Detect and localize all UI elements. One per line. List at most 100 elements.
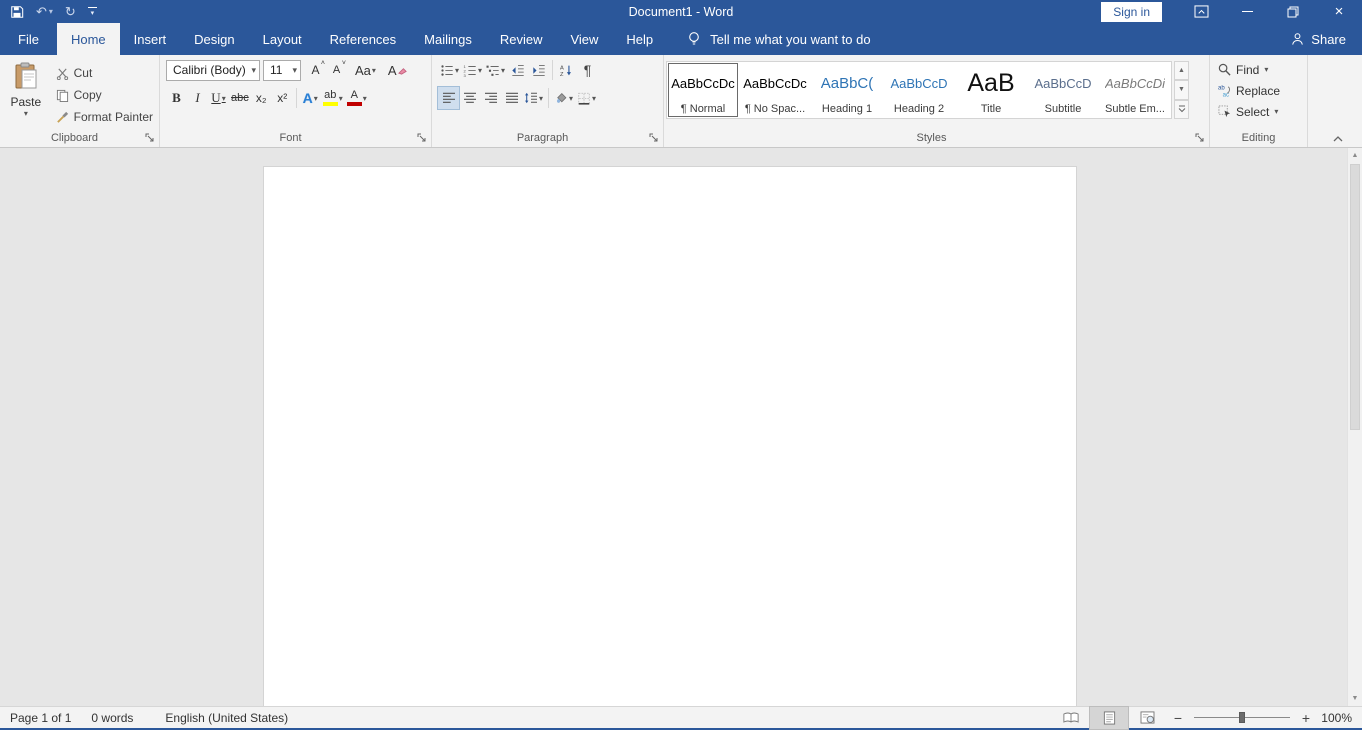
minimize-button[interactable] xyxy=(1224,0,1270,23)
font-family-combo[interactable]: Calibri (Body) ▾ xyxy=(166,59,260,81)
shading-button[interactable]: ▾ xyxy=(552,87,575,109)
bullets-dropdown-icon[interactable]: ▾ xyxy=(455,66,459,75)
font-family-dropdown-icon[interactable]: ▾ xyxy=(248,65,259,76)
style-title[interactable]: AaB Title xyxy=(955,62,1027,118)
grow-font-button[interactable]: A ˄ xyxy=(305,59,326,81)
superscript-button[interactable]: x² xyxy=(272,87,293,109)
font-size-dropdown-icon[interactable]: ▾ xyxy=(289,65,300,76)
undo-dropdown-icon[interactable]: ▾ xyxy=(49,7,53,16)
font-dialog-launcher[interactable] xyxy=(417,133,427,143)
undo-icon[interactable]: ↶ ▾ xyxy=(36,5,53,18)
line-spacing-button[interactable]: ▾ xyxy=(522,87,545,109)
underline-dropdown-icon[interactable]: ▾ xyxy=(222,94,226,103)
multilevel-list-button[interactable]: ▾ xyxy=(484,59,507,81)
style-subtle-emphasis[interactable]: AaBbCcDi Subtle Em... xyxy=(1099,62,1171,118)
ribbon-display-options-button[interactable] xyxy=(1178,0,1224,23)
find-dropdown-icon[interactable]: ▾ xyxy=(1264,65,1268,74)
collapse-ribbon-button[interactable] xyxy=(1332,135,1344,143)
paragraph-dialog-launcher[interactable] xyxy=(649,133,659,143)
styles-scroll-up-button[interactable]: ▲ xyxy=(1174,61,1189,81)
replace-button[interactable]: ab ac Replace xyxy=(1212,80,1305,101)
zoom-level[interactable]: 100% xyxy=(1318,711,1362,725)
tab-design[interactable]: Design xyxy=(180,23,248,55)
share-button[interactable]: Share xyxy=(1275,23,1362,55)
underline-button[interactable]: U ▾ xyxy=(208,87,229,109)
style-heading-2[interactable]: AaBbCcD Heading 2 xyxy=(883,62,955,118)
borders-dropdown-icon[interactable]: ▾ xyxy=(592,94,596,103)
select-button[interactable]: Select ▾ xyxy=(1212,101,1305,122)
shrink-font-button[interactable]: A ˅ xyxy=(326,59,347,81)
scrollbar-thumb[interactable] xyxy=(1350,164,1360,430)
align-left-button[interactable] xyxy=(437,86,460,110)
tab-references[interactable]: References xyxy=(316,23,410,55)
tab-view[interactable]: View xyxy=(556,23,612,55)
change-case-button[interactable]: Aa ▾ xyxy=(353,59,378,81)
italic-button[interactable]: I xyxy=(187,87,208,109)
zoom-out-button[interactable]: − xyxy=(1166,710,1190,726)
paste-button[interactable]: Paste ▾ xyxy=(2,58,50,129)
format-painter-button[interactable]: Format Painter xyxy=(52,106,157,128)
numbering-button[interactable]: 123 ▾ xyxy=(461,59,484,81)
vertical-scrollbar[interactable]: ▲ ▼ xyxy=(1347,148,1362,706)
font-color-button[interactable]: A ▾ xyxy=(345,87,369,109)
page-indicator[interactable]: Page 1 of 1 xyxy=(0,711,81,725)
borders-button[interactable]: ▾ xyxy=(575,87,598,109)
text-highlight-button[interactable]: ab ▾ xyxy=(321,87,345,109)
style-no-spacing[interactable]: AaBbCcDc ¶ No Spac... xyxy=(739,62,811,118)
styles-gallery-more-button[interactable] xyxy=(1174,99,1189,119)
line-spacing-dropdown-icon[interactable]: ▾ xyxy=(539,94,543,103)
font-color-dropdown-icon[interactable]: ▾ xyxy=(363,94,367,103)
zoom-slider[interactable] xyxy=(1194,712,1290,723)
scroll-down-button[interactable]: ▼ xyxy=(1348,691,1362,706)
tab-mailings[interactable]: Mailings xyxy=(410,23,486,55)
tab-home[interactable]: Home xyxy=(56,23,120,55)
find-button[interactable]: Find ▾ xyxy=(1212,59,1305,80)
bold-button[interactable]: B xyxy=(166,87,187,109)
tab-insert[interactable]: Insert xyxy=(120,23,181,55)
sort-button[interactable]: AZ xyxy=(556,59,577,81)
document-page[interactable] xyxy=(263,166,1077,706)
increase-indent-button[interactable] xyxy=(528,59,549,81)
strikethrough-button[interactable]: abc xyxy=(229,87,251,109)
copy-button[interactable]: Copy xyxy=(52,84,157,106)
scroll-up-button[interactable]: ▲ xyxy=(1348,148,1362,163)
subscript-button[interactable]: x₂ xyxy=(251,87,272,109)
language-indicator[interactable]: English (United States) xyxy=(155,711,298,725)
styles-dialog-launcher[interactable] xyxy=(1195,133,1205,143)
font-size-combo[interactable]: 11 ▾ xyxy=(263,59,301,81)
justify-button[interactable] xyxy=(501,87,522,109)
numbering-dropdown-icon[interactable]: ▾ xyxy=(478,66,482,75)
style-subtitle[interactable]: AaBbCcD Subtitle xyxy=(1027,62,1099,118)
align-right-button[interactable] xyxy=(480,87,501,109)
show-formatting-marks-button[interactable]: ¶ xyxy=(577,59,598,81)
restore-button[interactable] xyxy=(1270,0,1316,23)
print-layout-button[interactable] xyxy=(1089,705,1129,730)
shading-dropdown-icon[interactable]: ▾ xyxy=(569,94,573,103)
clipboard-dialog-launcher[interactable] xyxy=(145,133,155,143)
style-normal[interactable]: AaBbCcDc ¶ Normal xyxy=(667,62,739,118)
clear-formatting-button[interactable]: A xyxy=(386,59,409,81)
zoom-slider-thumb[interactable] xyxy=(1239,712,1245,723)
tab-layout[interactable]: Layout xyxy=(249,23,316,55)
close-button[interactable]: × xyxy=(1316,0,1362,23)
read-mode-button[interactable] xyxy=(1052,707,1090,729)
align-center-button[interactable] xyxy=(459,87,480,109)
text-effects-button[interactable]: A ▾ xyxy=(300,87,321,109)
web-layout-button[interactable] xyxy=(1128,707,1166,729)
tell-me-box[interactable]: Tell me what you want to do xyxy=(687,23,871,55)
styles-scroll-down-button[interactable]: ▼ xyxy=(1174,80,1189,100)
select-dropdown-icon[interactable]: ▾ xyxy=(1274,107,1278,116)
redo-icon[interactable]: ↻ xyxy=(65,5,76,18)
zoom-in-button[interactable]: + xyxy=(1294,710,1318,726)
text-effects-dropdown-icon[interactable]: ▾ xyxy=(314,94,318,103)
style-heading-1[interactable]: AaBbC( Heading 1 xyxy=(811,62,883,118)
highlight-dropdown-icon[interactable]: ▾ xyxy=(339,94,343,103)
decrease-indent-button[interactable] xyxy=(507,59,528,81)
tab-help[interactable]: Help xyxy=(612,23,667,55)
word-count[interactable]: 0 words xyxy=(81,711,143,725)
sign-in-button[interactable]: Sign in xyxy=(1101,1,1162,22)
multilevel-dropdown-icon[interactable]: ▾ xyxy=(501,66,505,75)
tab-review[interactable]: Review xyxy=(486,23,557,55)
cut-button[interactable]: Cut xyxy=(52,62,157,84)
customize-quick-access-icon[interactable]: ▾ xyxy=(87,6,97,17)
